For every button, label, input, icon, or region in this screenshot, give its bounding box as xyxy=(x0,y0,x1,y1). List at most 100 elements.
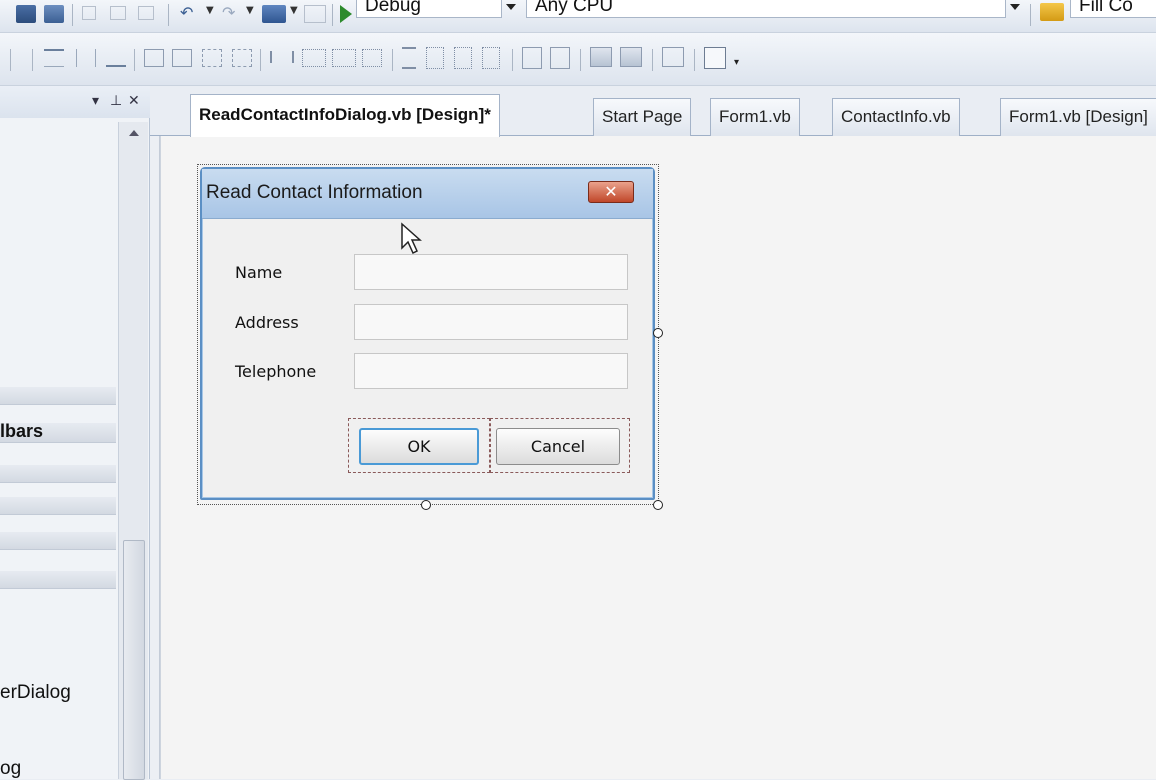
navigate-dropdown-icon[interactable]: ▼ xyxy=(290,5,300,23)
paste-icon[interactable] xyxy=(138,6,154,20)
toolbar-separator xyxy=(260,49,261,71)
toolbar-separator xyxy=(168,4,169,26)
window-position-dropdown-icon[interactable]: ▾ xyxy=(92,94,99,108)
form-resize-handle-right[interactable] xyxy=(653,328,663,338)
cancel-button-label: Cancel xyxy=(530,437,586,456)
address-textbox[interactable] xyxy=(354,304,628,340)
add-item-icon[interactable] xyxy=(16,5,36,23)
solution-configuration-value: Debug xyxy=(365,0,421,16)
toolbar-separator xyxy=(652,49,653,71)
redo-dropdown-icon[interactable]: ▼ xyxy=(246,5,256,23)
designer-edge xyxy=(150,136,160,779)
decrease-horizontal-spacing-icon[interactable] xyxy=(332,49,356,67)
scrollbar-thumb[interactable] xyxy=(123,540,145,780)
tab-label: ContactInfo.vb xyxy=(841,107,951,126)
center-vertically-icon[interactable] xyxy=(550,47,570,69)
toolbox-group-header[interactable] xyxy=(0,387,116,405)
toolbox-panel: ▾ ⊥ ✕ lbars erDialog og xyxy=(0,86,150,780)
tab-label: Form1.vb [Design] xyxy=(1009,107,1148,126)
align-bottoms-icon[interactable] xyxy=(106,49,126,67)
toolbox-item-label[interactable]: erDialog xyxy=(0,682,71,704)
toolbar-separator xyxy=(332,4,333,26)
increase-horizontal-spacing-icon[interactable] xyxy=(302,49,326,67)
standard-toolbar: ↶ ▼ ↷ ▼ ▼ Debug Any CPU Fill Co xyxy=(0,0,1156,33)
tab-contactinfo-vb[interactable]: ContactInfo.vb xyxy=(832,98,960,136)
vertical-spacing-equal-icon[interactable] xyxy=(402,47,416,69)
read-contact-information-form[interactable]: Read Contact Information ✕ Name Address … xyxy=(200,167,655,500)
toolbar-separator xyxy=(392,49,393,71)
toolbox-group-header[interactable] xyxy=(0,571,116,589)
toolbox-group-header[interactable] xyxy=(0,497,116,515)
align-middles-icon[interactable] xyxy=(76,49,96,67)
navigate-back-icon[interactable] xyxy=(262,5,286,23)
decrease-vertical-spacing-icon[interactable] xyxy=(454,47,472,69)
copy-icon[interactable] xyxy=(110,6,126,20)
remove-horizontal-spacing-icon[interactable] xyxy=(362,49,382,67)
mouse-cursor-icon xyxy=(401,222,422,255)
cut-icon[interactable] xyxy=(82,6,96,20)
toolbar-separator xyxy=(580,49,581,71)
toolbox-group-header[interactable] xyxy=(0,532,116,550)
center-horizontally-icon[interactable] xyxy=(522,47,542,69)
make-same-width-icon[interactable] xyxy=(144,49,164,67)
tab-label: Form1.vb xyxy=(719,107,791,126)
bring-to-front-icon[interactable] xyxy=(590,47,612,67)
form-resize-handle-bottom[interactable] xyxy=(421,500,431,510)
toolbox-group-header[interactable] xyxy=(0,465,116,483)
tab-form1-vb[interactable]: Form1.vb xyxy=(710,98,800,136)
tab-label: ReadContactInfoDialog.vb [Design]* xyxy=(199,105,491,124)
undo-dropdown-icon[interactable]: ▼ xyxy=(206,5,216,23)
lock-controls-icon[interactable] xyxy=(704,47,726,69)
tab-start-page[interactable]: Start Page xyxy=(593,98,692,136)
toolbar-separator xyxy=(694,49,695,71)
address-label: Address xyxy=(235,313,299,332)
remove-vertical-spacing-icon[interactable] xyxy=(482,47,500,69)
tab-label: Start Page xyxy=(602,107,683,126)
solution-platform-combo[interactable]: Any CPU xyxy=(526,0,1006,18)
toolbox-group-label: lbars xyxy=(0,421,44,441)
toolbar-separator xyxy=(72,4,73,26)
increase-vertical-spacing-icon[interactable] xyxy=(426,47,444,69)
telephone-textbox[interactable] xyxy=(354,353,628,389)
tab-form1-design[interactable]: Form1.vb [Design] xyxy=(1000,98,1156,136)
start-debugging-icon[interactable] xyxy=(340,5,352,23)
redo-icon[interactable]: ↷ xyxy=(222,5,246,23)
toolbar-separator xyxy=(134,49,135,71)
toolbox-item-label[interactable]: og xyxy=(0,758,21,780)
toolbox-vertical-scrollbar[interactable] xyxy=(118,122,148,780)
tab-readcontactinfodialog-design[interactable]: ReadContactInfoDialog.vb [Design]* xyxy=(190,94,500,137)
find-in-files-icon[interactable] xyxy=(1040,3,1064,21)
form-close-button[interactable]: ✕ xyxy=(588,181,634,203)
find-combo[interactable]: Fill Co xyxy=(1070,0,1156,18)
send-to-back-icon[interactable] xyxy=(620,47,642,67)
toolbar-separator xyxy=(512,49,513,71)
toolbox-group-header[interactable]: lbars xyxy=(0,421,116,443)
close-panel-icon[interactable]: ✕ xyxy=(128,94,140,108)
undo-icon[interactable]: ↶ xyxy=(180,5,204,23)
form-resize-handle-corner[interactable] xyxy=(653,500,663,510)
align-tops-icon[interactable] xyxy=(44,49,64,67)
ok-button[interactable]: OK xyxy=(359,428,479,465)
toolbar-separator xyxy=(1030,4,1031,26)
make-same-size-icon[interactable] xyxy=(202,49,222,67)
toolbar-overflow-icon[interactable]: ▾ xyxy=(734,58,742,68)
make-same-height-icon[interactable] xyxy=(172,49,192,67)
solution-configuration-combo[interactable]: Debug xyxy=(356,0,502,18)
size-to-grid-icon[interactable] xyxy=(232,49,252,67)
toolbox-header: ▾ ⊥ ✕ xyxy=(0,86,150,118)
form-title-bar[interactable]: Read Contact Information ✕ xyxy=(202,169,653,219)
navigate-forward-icon[interactable] xyxy=(304,5,326,23)
scroll-up-icon[interactable] xyxy=(129,130,139,136)
document-tab-strip: ReadContactInfoDialog.vb [Design]* Start… xyxy=(150,86,1156,137)
solution-configuration-dropdown-icon[interactable] xyxy=(506,4,516,10)
auto-hide-pin-icon[interactable]: ⊥ xyxy=(110,94,122,108)
solution-platform-dropdown-icon[interactable] xyxy=(1010,4,1020,10)
solution-platform-value: Any CPU xyxy=(535,0,614,16)
tab-order-icon[interactable] xyxy=(662,47,684,67)
name-textbox[interactable] xyxy=(354,254,628,290)
cancel-button[interactable]: Cancel xyxy=(496,428,620,465)
name-label: Name xyxy=(235,263,283,282)
close-icon: ✕ xyxy=(604,182,618,201)
horizontal-spacing-equal-icon[interactable] xyxy=(270,51,294,63)
open-file-icon[interactable] xyxy=(44,5,64,23)
